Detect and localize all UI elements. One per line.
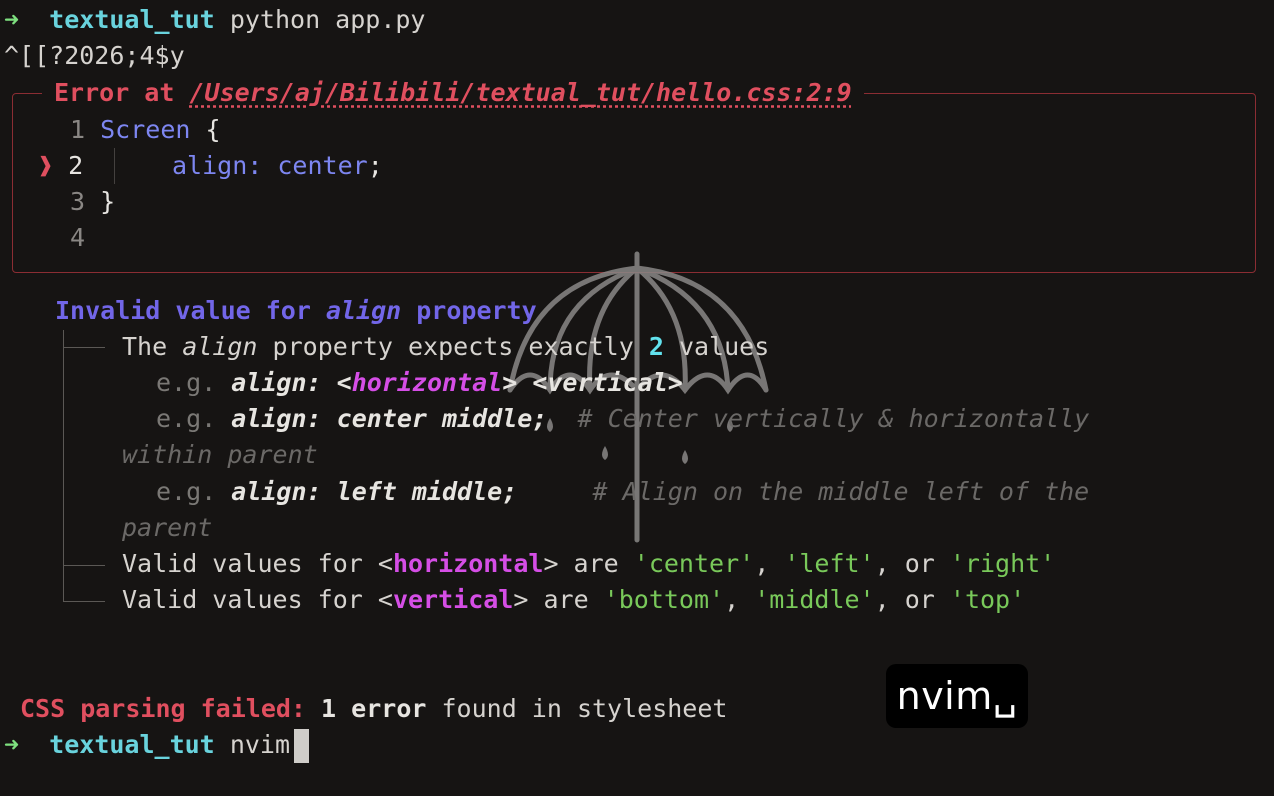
error-box-title: Error at /Users/aj/Bilibili/textual_tut/… <box>42 75 864 111</box>
code-line-4: 4 <box>70 223 86 252</box>
error-marker-icon: ❱ <box>38 151 54 180</box>
prompt-command: python app.py <box>229 5 426 34</box>
prompt-line-2[interactable]: ➜ textual_tut nvim <box>4 727 310 763</box>
valid-vertical-line: Valid values for <vertical> are 'bottom'… <box>122 585 1026 614</box>
prompt-directory: textual_tut <box>49 730 215 759</box>
error-heading: Invalid value for align property <box>55 296 537 325</box>
example-1: e.g. align: <horizontal> <vertical> <box>156 368 683 397</box>
prompt-arrow-icon: ➜ <box>4 5 20 34</box>
tree-connector <box>63 330 64 602</box>
prompt-directory: textual_tut <box>49 5 215 34</box>
keystroke-overlay-badge: nvim␣ <box>886 664 1028 728</box>
parse-failure-summary: CSS parsing failed: 1 error found in sty… <box>20 694 728 723</box>
valid-horizontal-line: Valid values for <horizontal> are 'cente… <box>122 549 1056 578</box>
prompt-arrow-icon: ➜ <box>4 730 20 759</box>
code-line-2: ❱ 2 <box>38 151 84 180</box>
expects-line: The align property expects exactly 2 val… <box>122 332 770 361</box>
example-3-wrap: parent <box>122 513 213 542</box>
terminal-cursor <box>294 729 310 763</box>
prompt-line-1: ➜ textual_tut python app.py <box>4 2 425 38</box>
code-line-3: 3 } <box>70 187 116 216</box>
code-line-2-content: align: center; <box>172 151 383 180</box>
escape-sequence: ^[[?2026;4$y <box>4 41 185 70</box>
example-2-wrap: within parent <box>122 440 318 469</box>
indent-guide <box>114 148 115 184</box>
example-3: e.g. align: left middle; # Align on the … <box>156 477 1090 506</box>
prompt-input[interactable]: nvim <box>230 730 290 759</box>
code-line-1: 1 Screen { <box>70 115 221 144</box>
error-file-path[interactable]: /Users/aj/Bilibili/textual_tut/hello.css… <box>189 78 851 107</box>
example-2: e.g. align: center middle; # Center vert… <box>156 404 1090 433</box>
